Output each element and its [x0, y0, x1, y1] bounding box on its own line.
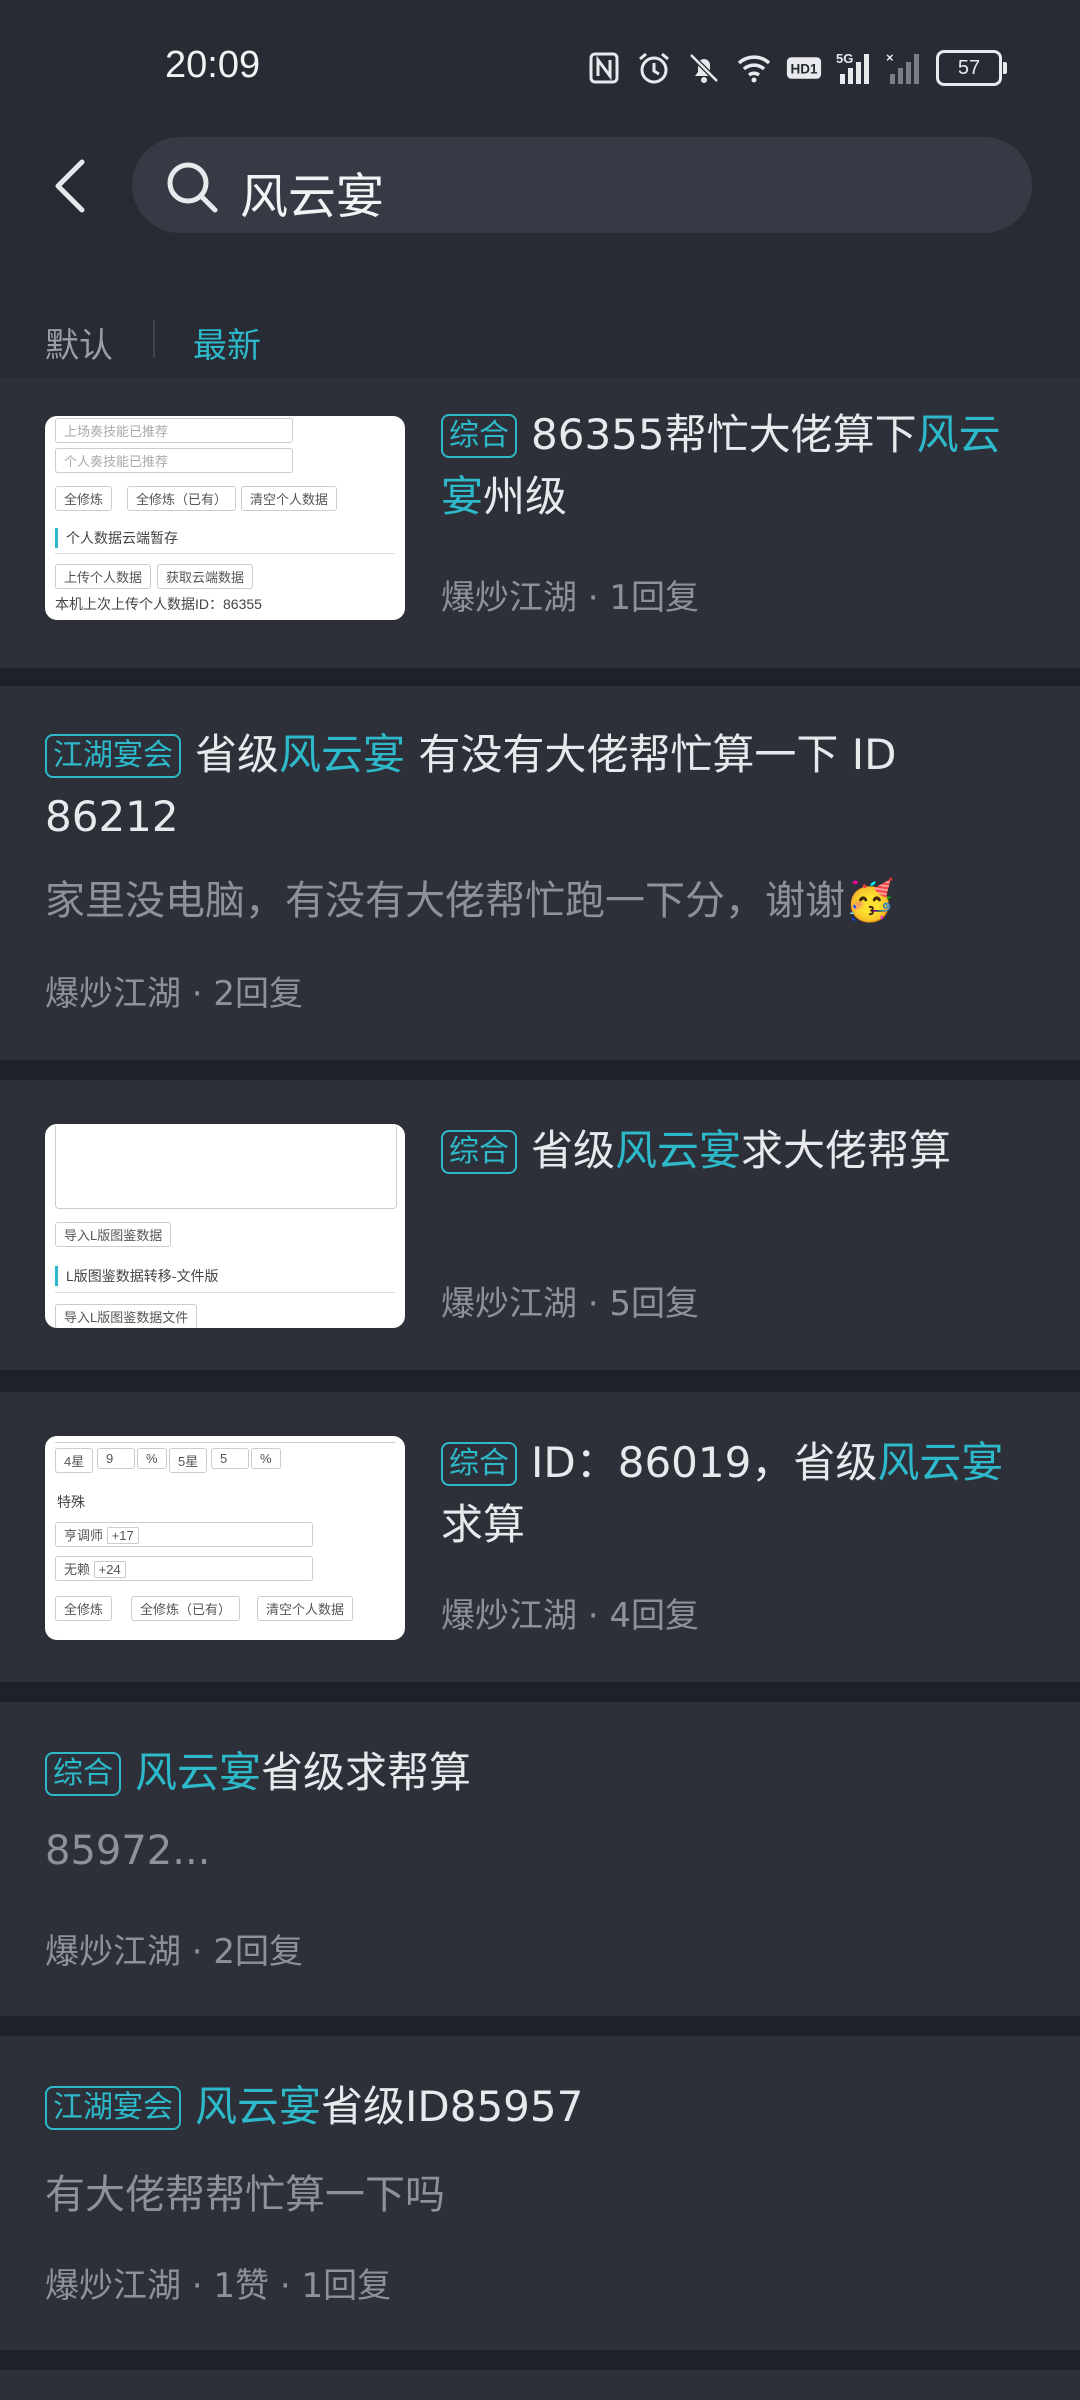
title-text: 86355帮忙大佬算下 — [531, 410, 917, 459]
thumb-text: 亨调师 — [64, 1528, 104, 1543]
thumb-text: 9 — [97, 1448, 135, 1469]
title-text: 省级求帮算 — [261, 1748, 472, 1797]
post-meta: 爆炒江湖 · 1回复 — [441, 578, 700, 618]
sort-tabs: 默认 最新 — [0, 240, 1080, 378]
thumb-text: 导入L版图鉴数据 — [55, 1222, 172, 1247]
post-card-1[interactable]: 上场奏技能已推荐 个人奏技能已推荐 全修炼 全修炼（已有） 清空个人数据 个人数… — [0, 378, 1080, 668]
thumb-text: 全修炼（已有） — [127, 486, 237, 511]
post-meta: 爆炒江湖 · 4回复 — [441, 1596, 700, 1636]
thumb-text: 导入L版图鉴数据文件 — [55, 1304, 198, 1328]
back-button[interactable] — [46, 156, 102, 216]
thumb-text: 个人数据云端暂存 — [55, 528, 178, 548]
title-text: 省级ID85957 — [321, 2082, 584, 2131]
post-tag[interactable]: 综合 — [441, 1442, 517, 1486]
hd-icon: HD1 — [786, 50, 822, 86]
signal-5g-icon: 5G — [836, 50, 872, 86]
status-bar: 20:09 HD1 5G × 57 — [0, 0, 1080, 130]
title-highlight: 风云宴 — [195, 2082, 322, 2131]
post-thumbnail: 导入L版图鉴数据 L版图鉴数据转移-文件版 导入L版图鉴数据文件 — [45, 1124, 405, 1328]
thumb-text: 特殊 — [57, 1494, 85, 1510]
thumb-text: +24 — [93, 1561, 126, 1578]
post-title[interactable]: 综合 省级风云宴求大佬帮算 — [441, 1120, 1041, 1182]
post-desc: 85972... — [45, 1828, 211, 1874]
post-title[interactable]: 综合 86355帮忙大佬算下风云宴州级 — [441, 404, 1041, 528]
svg-text:HD1: HD1 — [790, 61, 817, 76]
tab-divider — [153, 320, 155, 358]
back-arrow-icon — [55, 159, 85, 213]
alarm-icon — [636, 50, 672, 86]
thumb-select: 无赖 +24 — [55, 1556, 313, 1581]
thumb-text: % — [137, 1448, 167, 1469]
post-meta: 爆炒江湖 · 5回复 — [441, 1284, 700, 1324]
post-card-2[interactable]: 江湖宴会 省级风云宴 有没有大佬帮忙算一下 ID 86212 家里没电脑，有没有大… — [0, 686, 1080, 1060]
post-title[interactable]: 综合 ID：86019，省级风云宴求算 — [441, 1432, 1041, 1556]
thumb-text: 5 — [211, 1448, 249, 1469]
search-icon — [167, 162, 218, 213]
title-highlight: 风云宴 — [877, 1438, 1004, 1487]
title-text: 省级 — [195, 730, 280, 779]
post-card-7[interactable] — [0, 2370, 1080, 2400]
title-highlight: 风云宴 — [615, 1126, 742, 1175]
post-card-6[interactable]: 江湖宴会 风云宴省级ID85957 有大佬帮帮忙算一下吗 爆炒江湖 · 1赞 · … — [0, 2036, 1080, 2350]
search-header: 风云宴 — [0, 130, 1080, 240]
thumb-text: 5星 — [169, 1448, 208, 1473]
post-card-3[interactable]: 导入L版图鉴数据 L版图鉴数据转移-文件版 导入L版图鉴数据文件 综合 省级风云宴… — [0, 1080, 1080, 1370]
mute-icon — [686, 50, 722, 86]
title-text: 省级 — [531, 1126, 616, 1175]
thumb-text: +17 — [106, 1527, 139, 1544]
post-tag[interactable]: 综合 — [441, 414, 517, 458]
title-text: 求算 — [441, 1500, 526, 1549]
post-thumbnail: 4星 9 % 5星 5 % 特殊 亨调师 +17 无赖 +24 全修炼 全修炼（… — [45, 1436, 405, 1640]
post-desc: 有大佬帮帮忙算一下吗 — [45, 2172, 445, 2218]
tab-latest[interactable]: 最新 — [193, 318, 261, 367]
battery-indicator: 57 — [936, 50, 1007, 86]
thumb-text: 上传个人数据 — [55, 564, 152, 589]
thumb-text: 本机上次上传个人数据ID：86355 — [55, 596, 262, 612]
search-bar[interactable]: 风云宴 — [132, 137, 1032, 233]
nfc-icon — [586, 50, 622, 86]
thumb-text: 获取云端数据 — [157, 564, 254, 589]
thumb-text: L版图鉴数据转移-文件版 — [55, 1266, 218, 1286]
post-meta: 爆炒江湖 · 2回复 — [45, 974, 304, 1014]
thumb-text: % — [251, 1448, 281, 1469]
thumb-text: 4星 — [55, 1448, 94, 1473]
post-thumbnail: 上场奏技能已推荐 个人奏技能已推荐 全修炼 全修炼（已有） 清空个人数据 个人数… — [45, 416, 405, 620]
post-meta: 爆炒江湖 · 1赞 · 1回复 — [45, 2266, 392, 2306]
thumb-text: 全修炼（已有） — [131, 1596, 241, 1621]
thumb-text: 全修炼 — [55, 1596, 113, 1621]
thumb-text: 个人奏技能已推荐 — [55, 448, 293, 473]
thumb-text: 全修炼 — [55, 486, 113, 511]
signal-icon: × — [886, 50, 922, 86]
thumb-text: 清空个人数据 — [257, 1596, 354, 1621]
svg-text:5G: 5G — [836, 51, 853, 66]
thumb-select: 亨调师 +17 — [55, 1522, 313, 1547]
thumb-text: 上场奏技能已推荐 — [55, 418, 293, 443]
post-card-5[interactable]: 综合 风云宴省级求帮算 85972... 爆炒江湖 · 2回复 — [0, 1702, 1080, 2016]
title-text: 州级 — [483, 472, 568, 521]
wifi-icon — [736, 50, 772, 86]
search-query[interactable]: 风云宴 — [240, 157, 384, 227]
post-title[interactable]: 江湖宴会 风云宴省级ID85957 — [45, 2076, 1035, 2138]
status-time: 20:09 — [165, 44, 261, 86]
tab-default[interactable]: 默认 — [45, 318, 113, 367]
title-text: ID：86019，省级 — [531, 1438, 878, 1487]
post-tag[interactable]: 江湖宴会 — [45, 2086, 181, 2130]
post-title[interactable]: 综合 风云宴省级求帮算 — [45, 1742, 1035, 1804]
thumb-text: 无赖 — [64, 1562, 91, 1577]
title-text: 求大佬帮算 — [741, 1126, 952, 1175]
title-highlight: 风云宴 — [135, 1748, 262, 1797]
post-meta: 爆炒江湖 · 2回复 — [45, 1932, 304, 1972]
post-title[interactable]: 江湖宴会 省级风云宴 有没有大佬帮忙算一下 ID 86212 — [45, 724, 1035, 848]
title-highlight: 风云宴 — [279, 730, 406, 779]
post-card-4[interactable]: 4星 9 % 5星 5 % 特殊 亨调师 +17 无赖 +24 全修炼 全修炼（… — [0, 1392, 1080, 1682]
svg-text:×: × — [886, 50, 894, 65]
post-desc: 家里没电脑，有没有大佬帮忙跑一下分，谢谢🥳 — [45, 878, 895, 924]
post-tag[interactable]: 综合 — [441, 1130, 517, 1174]
thumb-text: 清空个人数据 — [241, 486, 338, 511]
post-tag[interactable]: 江湖宴会 — [45, 734, 181, 778]
post-tag[interactable]: 综合 — [45, 1752, 121, 1796]
status-icons: HD1 5G × 57 — [586, 48, 1007, 88]
